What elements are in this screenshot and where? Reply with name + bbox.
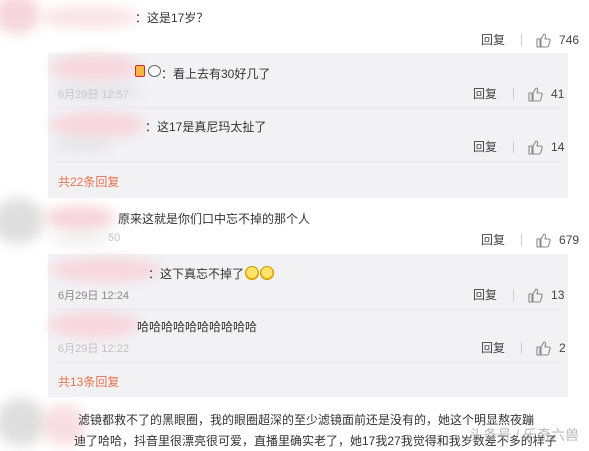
like-count: 2 — [559, 340, 566, 355]
action-divider — [513, 140, 515, 153]
reply-text-content: ：这下真忘不掉了 — [148, 267, 245, 281]
comment-text: 原来这就是你们口中忘不掉的那个人 — [118, 212, 311, 226]
reply-actions: 回复 2 — [481, 339, 566, 356]
like-count: 13 — [551, 287, 565, 302]
reply-button[interactable]: 回复 — [481, 231, 505, 248]
like-button[interactable]: 13 — [527, 287, 564, 303]
comment-actions: 回复 746 — [481, 31, 579, 48]
reply-button[interactable]: 回复 — [473, 138, 497, 155]
avatar[interactable] — [0, 398, 46, 446]
like-count: 746 — [559, 32, 580, 47]
laugh-emoji-icon — [260, 266, 275, 280]
thumbs-up-icon — [528, 287, 543, 303]
action-divider — [521, 233, 523, 246]
reply-actions: 回复 14 — [473, 138, 564, 155]
like-button[interactable]: 2 — [535, 340, 566, 356]
reply-text: ：看上去有30好几了 — [161, 67, 271, 81]
comment-time-redacted — [50, 233, 110, 245]
reply-username-redacted[interactable] — [50, 258, 162, 282]
reply-button[interactable]: 回复 — [473, 85, 497, 102]
action-divider — [521, 33, 523, 46]
comment-text: ：这是17岁？ — [135, 11, 209, 25]
thumbs-up-icon — [536, 340, 551, 356]
reply-divider — [56, 309, 560, 310]
reply-username-redacted[interactable] — [50, 55, 140, 81]
reply-text: ：这17是真尼玛太扯了 — [145, 120, 267, 134]
reply-username-redacted[interactable] — [48, 312, 140, 338]
reply-divider — [56, 107, 560, 108]
action-divider — [513, 288, 515, 301]
reply-button[interactable]: 回复 — [473, 286, 497, 303]
watermark: 头条号 / 乐奇六兽 — [469, 427, 579, 443]
comment-time-partial: 50 — [108, 232, 121, 244]
avatar[interactable] — [0, 0, 40, 34]
thumbs-up-icon — [528, 86, 543, 102]
laugh-emoji-icon — [245, 266, 260, 280]
reply-time: 6月29日 12:57 — [58, 89, 129, 101]
like-button[interactable]: 14 — [527, 139, 564, 155]
more-replies-link[interactable]: 共13条回复 — [58, 373, 119, 390]
reply-divider — [56, 161, 560, 162]
avatar[interactable] — [0, 198, 44, 244]
action-divider — [521, 341, 523, 354]
more-replies-link[interactable]: 共22条回复 — [58, 173, 119, 190]
reply-button[interactable]: 回复 — [481, 31, 505, 48]
like-button[interactable]: 746 — [535, 32, 579, 48]
reply-time: 6月29日 12:22 — [58, 343, 129, 355]
reply-actions: 回复 41 — [473, 85, 564, 102]
like-button[interactable]: 41 — [527, 86, 564, 102]
like-count: 14 — [551, 139, 565, 154]
reply-username-redacted[interactable] — [50, 112, 145, 138]
reply-text: 哈哈哈哈哈哈哈哈哈哈 — [137, 320, 258, 334]
reply-time-redacted — [52, 139, 112, 151]
reply-button[interactable]: 回复 — [481, 339, 505, 356]
reply-actions: 回复 13 — [473, 286, 564, 303]
username-redacted[interactable] — [44, 205, 116, 231]
thumbs-up-icon — [536, 32, 551, 48]
like-count: 41 — [551, 86, 565, 101]
reply-time: 6月29日 12:24 — [58, 290, 129, 302]
thumbs-up-icon — [528, 139, 543, 155]
panda-icon — [148, 65, 161, 77]
username-redacted[interactable] — [40, 6, 140, 28]
comment-actions: 回复 679 — [481, 231, 579, 248]
thumbs-up-icon — [536, 232, 551, 248]
like-button[interactable]: 679 — [535, 232, 579, 248]
gift-icon — [135, 65, 145, 77]
action-divider — [513, 87, 515, 100]
reply-text: ：这下真忘不掉了 — [148, 265, 275, 282]
reply-divider — [56, 362, 560, 363]
like-count: 679 — [559, 232, 580, 247]
